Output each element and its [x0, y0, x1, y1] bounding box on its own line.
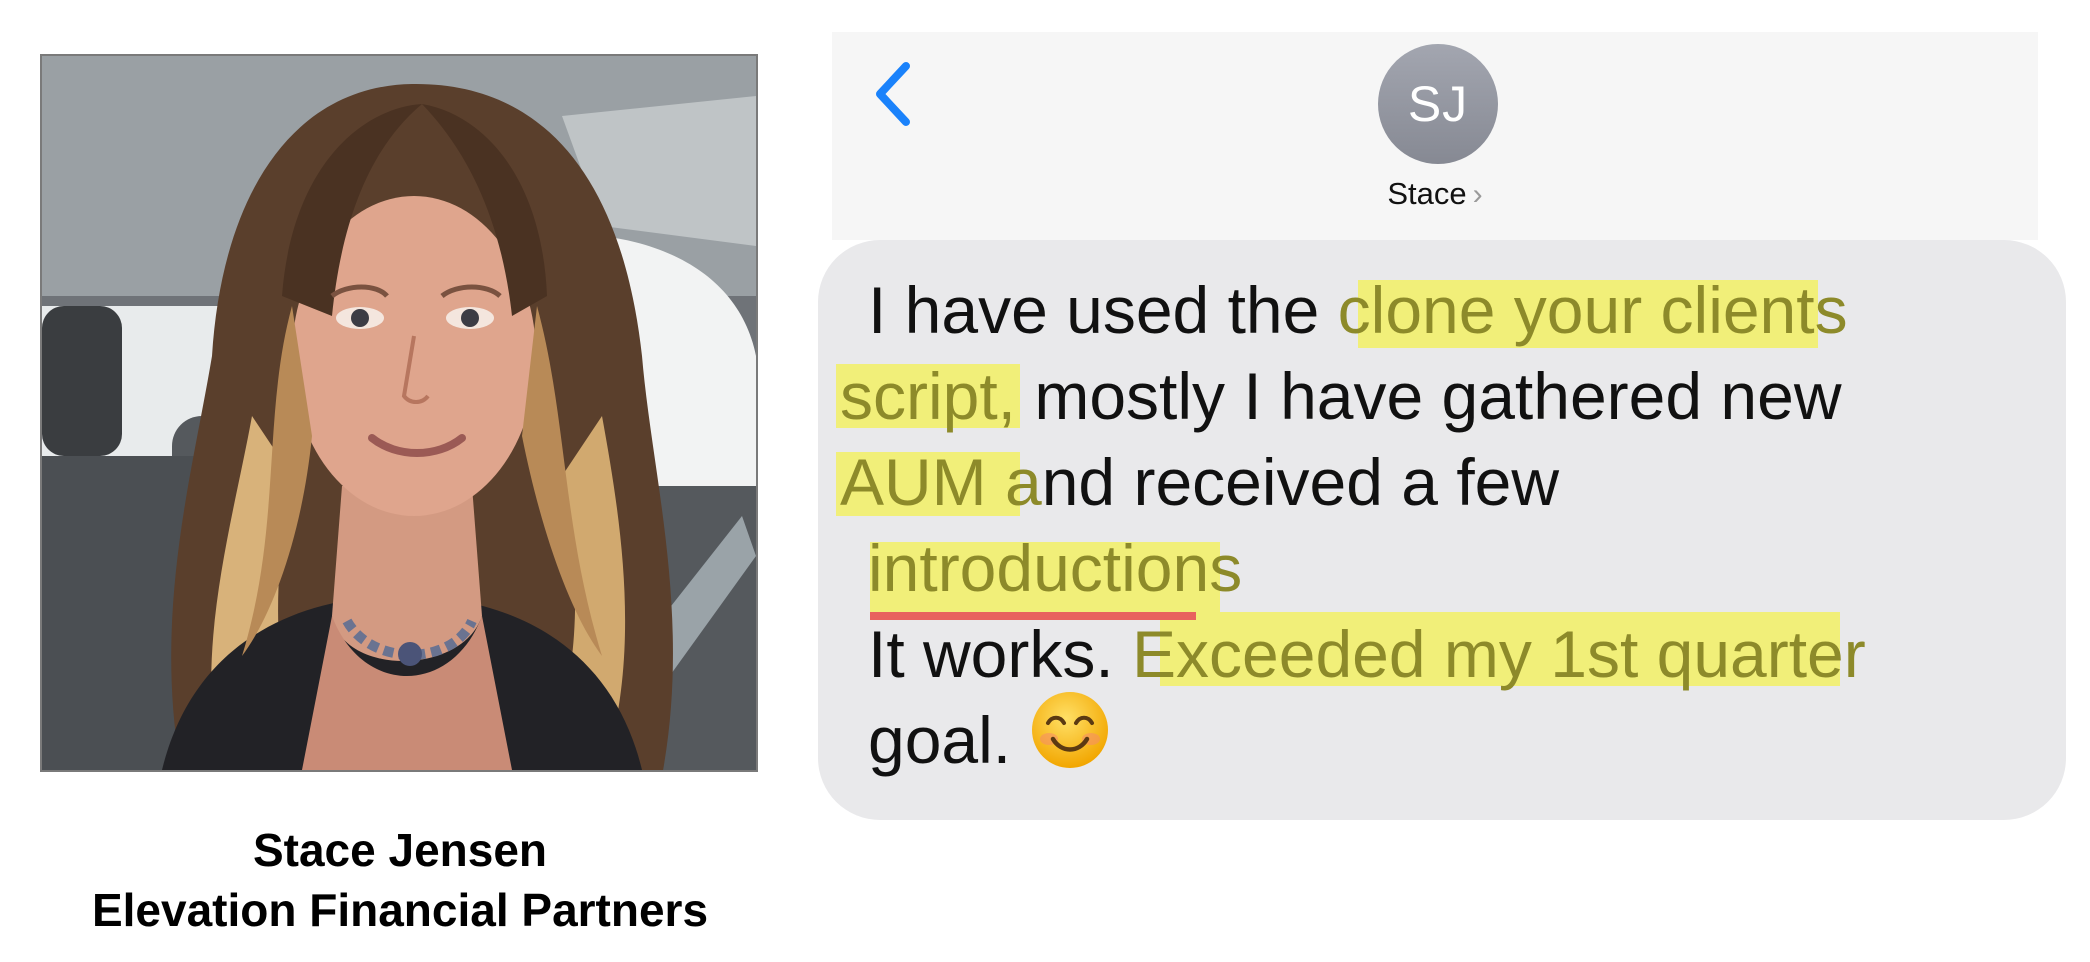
photo-caption: Stace Jensen Elevation Financial Partner… — [0, 820, 800, 940]
highlighted-text: AUM a — [840, 445, 1042, 519]
highlighted-text: Exceeded my 1st quarter — [1113, 617, 1866, 691]
conversation-header: SJ Stace › — [832, 32, 2038, 240]
back-button[interactable] — [866, 54, 926, 134]
message-text: mostly I have gathered new — [1016, 359, 1842, 433]
chevron-left-icon — [876, 62, 910, 126]
company-name: Elevation Financial Partners — [91, 884, 709, 936]
contact-name-link[interactable]: Stace › — [832, 176, 2038, 212]
message-line-5: It works. Exceeded my 1st quarter — [868, 610, 1866, 698]
portrait-illustration — [42, 56, 756, 770]
smile-emoji-icon — [1032, 692, 1109, 769]
message-line-2: script, mostly I have gathered new — [840, 352, 1841, 440]
contact-name: Stace — [1387, 176, 1467, 211]
message-text: It works. — [868, 617, 1114, 691]
chevron-right-icon: › — [1472, 178, 1483, 211]
message-line-6: goal. — [868, 692, 1111, 784]
message-line-1: I have used the clone your clients — [868, 266, 1848, 354]
message-line-3: AUM and received a few — [840, 438, 1559, 526]
highlighted-text: introductions — [868, 531, 1243, 605]
message-text: goal. — [868, 703, 1012, 777]
highlighted-text: clone your clients — [1319, 273, 1848, 347]
message-text: I have used the — [868, 273, 1320, 347]
smiling-face-emoji — [1029, 689, 1111, 792]
person-name: Stace Jensen — [252, 824, 548, 876]
message-text: nd received a few — [1041, 445, 1560, 519]
message-line-4: introductions — [868, 524, 1242, 612]
contact-avatar[interactable]: SJ — [1378, 44, 1498, 164]
message-bubble[interactable]: I have used the clone your clients scrip… — [818, 240, 2066, 820]
portrait-photo — [40, 54, 758, 772]
highlighted-text: script, — [840, 359, 1017, 433]
